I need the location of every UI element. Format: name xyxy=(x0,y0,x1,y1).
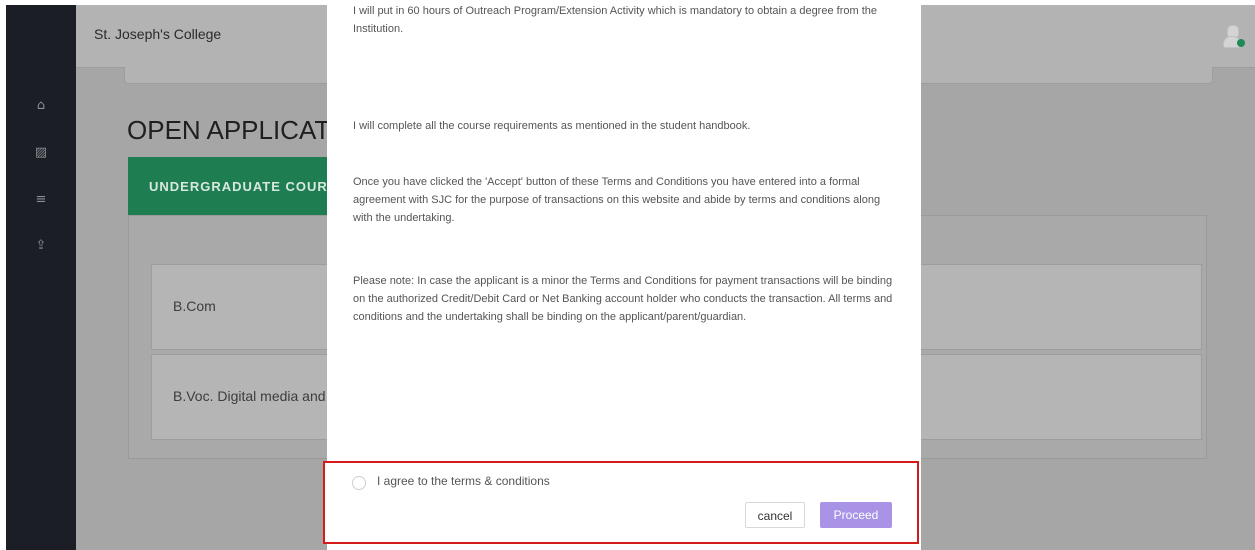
cancel-button[interactable]: cancel xyxy=(745,502,805,528)
agree-terms-radio[interactable] xyxy=(352,476,366,490)
modal-footer-highlighted: I agree to the terms & conditions cancel… xyxy=(323,461,919,544)
sidebar: ⌂ ▨ ≡ ⇪ xyxy=(6,5,76,550)
menu-icon[interactable]: ≡ xyxy=(33,192,49,208)
proceed-button[interactable]: Proceed xyxy=(820,502,892,528)
agree-terms-label[interactable]: I agree to the terms & conditions xyxy=(377,474,550,488)
online-status-icon xyxy=(1237,39,1245,47)
home-icon[interactable]: ⌂ xyxy=(33,98,49,114)
tab-label: UNDERGRADUATE COURSES xyxy=(149,179,357,194)
upload-icon[interactable]: ⇪ xyxy=(33,238,49,254)
terms-paragraph-minor-note: Please note: In case the applicant is a … xyxy=(353,275,893,323)
terms-paragraph-course-requirements: I will complete all the course requireme… xyxy=(353,120,751,132)
terms-paragraph-outreach: I will put in 60 hours of Outreach Progr… xyxy=(353,5,877,35)
image-icon[interactable]: ▨ xyxy=(33,145,49,161)
terms-paragraph-agreement: Once you have clicked the 'Accept' butto… xyxy=(353,176,881,224)
brand-name: St. Joseph's College xyxy=(94,26,222,42)
course-name: B.Com xyxy=(173,298,216,314)
